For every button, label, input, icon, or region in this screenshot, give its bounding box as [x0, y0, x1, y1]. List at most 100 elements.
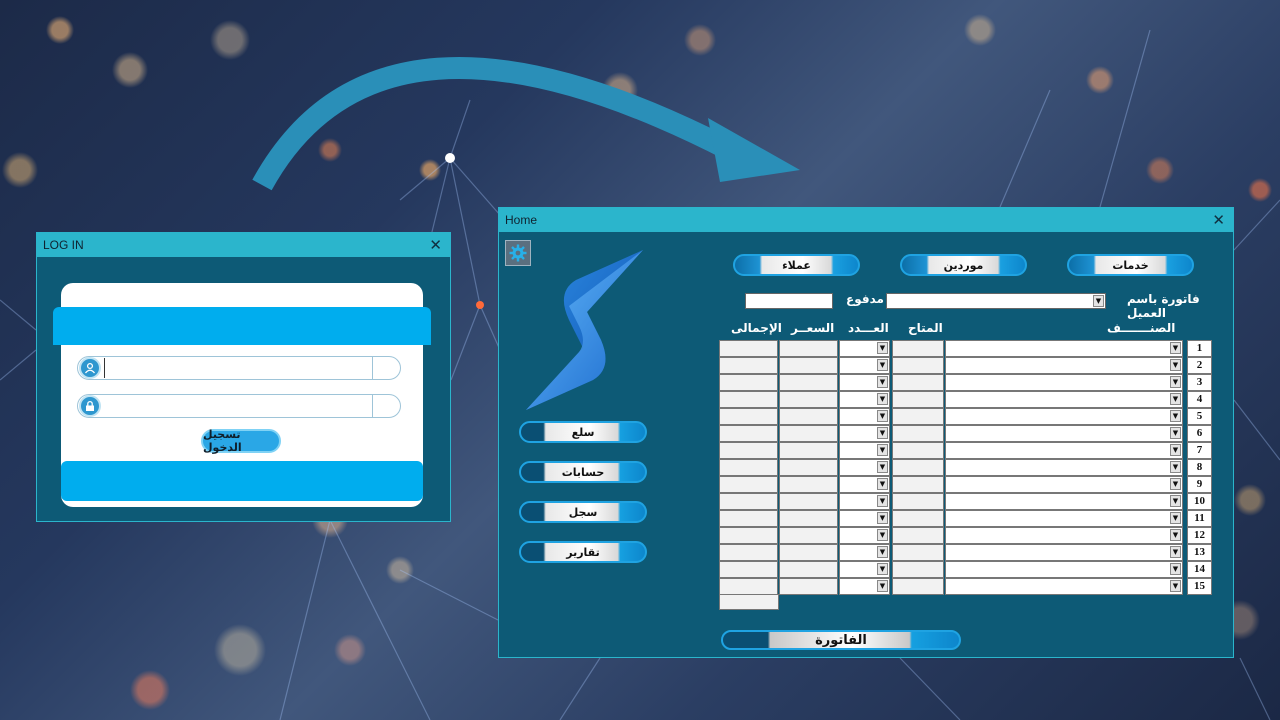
- item-select[interactable]: ▼: [945, 544, 1183, 561]
- price-cell[interactable]: [779, 493, 838, 510]
- column-header-available: المتاح: [908, 321, 943, 335]
- chevron-down-icon: ▼: [877, 529, 888, 541]
- price-cell[interactable]: [779, 510, 838, 527]
- reports-button[interactable]: تقارير: [519, 541, 647, 563]
- available-cell: [892, 510, 944, 527]
- price-cell[interactable]: [779, 357, 838, 374]
- quantity-select[interactable]: ▼: [839, 391, 890, 408]
- row-number: 3: [1187, 374, 1212, 391]
- quantity-select[interactable]: ▼: [839, 408, 890, 425]
- chevron-down-icon: ▼: [1170, 495, 1181, 507]
- chevron-down-icon: ▼: [877, 359, 888, 371]
- row-number: 15: [1187, 578, 1212, 595]
- quantity-select[interactable]: ▼: [839, 442, 890, 459]
- chevron-down-icon: ▼: [877, 342, 888, 354]
- row-number: 10: [1187, 493, 1212, 510]
- row-number-column: 1 2 3 4 5 6 7 8 9 10 11 12 13 14 15: [1187, 340, 1212, 595]
- item-select[interactable]: ▼: [945, 425, 1183, 442]
- password-field[interactable]: [77, 394, 401, 418]
- password-field-cap: [372, 395, 400, 417]
- password-input[interactable]: [101, 396, 372, 416]
- price-cell[interactable]: [779, 391, 838, 408]
- chevron-down-icon: ▼: [877, 495, 888, 507]
- price-cell[interactable]: [779, 425, 838, 442]
- total-cell: [719, 527, 778, 544]
- item-select[interactable]: ▼: [945, 340, 1183, 357]
- quantity-select[interactable]: ▼: [839, 578, 890, 595]
- item-select[interactable]: ▼: [945, 476, 1183, 493]
- row-number: 4: [1187, 391, 1212, 408]
- lock-icon: [79, 395, 101, 417]
- column-header-item: الصنـــــــف: [1107, 321, 1176, 335]
- goods-button[interactable]: سلع: [519, 421, 647, 443]
- item-select[interactable]: ▼: [945, 510, 1183, 527]
- chevron-down-icon: ▼: [1170, 563, 1181, 575]
- paid-input[interactable]: [745, 293, 833, 309]
- price-cell[interactable]: [779, 340, 838, 357]
- login-submit-button[interactable]: تسجيل الدخول: [201, 428, 281, 454]
- price-cell[interactable]: [779, 527, 838, 544]
- item-select[interactable]: ▼: [945, 561, 1183, 578]
- row-number: 7: [1187, 442, 1212, 459]
- home-title: Home: [505, 213, 538, 227]
- log-button[interactable]: سجل: [519, 501, 647, 523]
- chevron-down-icon: ▼: [877, 580, 888, 592]
- username-field[interactable]: [77, 356, 401, 380]
- item-select[interactable]: ▼: [945, 493, 1183, 510]
- quantity-select[interactable]: ▼: [839, 357, 890, 374]
- quantity-select[interactable]: ▼: [839, 544, 890, 561]
- price-cell[interactable]: [779, 561, 838, 578]
- price-cell[interactable]: [779, 442, 838, 459]
- quantity-select[interactable]: ▼: [839, 476, 890, 493]
- login-close-button[interactable]: ✕: [429, 238, 442, 253]
- item-select[interactable]: ▼: [945, 374, 1183, 391]
- chevron-down-icon: ▼: [1170, 546, 1181, 558]
- price-cell[interactable]: [779, 476, 838, 493]
- user-icon: [79, 357, 101, 379]
- quantity-select[interactable]: ▼: [839, 510, 890, 527]
- available-column: [892, 340, 944, 595]
- quantity-select[interactable]: ▼: [839, 425, 890, 442]
- item-select[interactable]: ▼: [945, 391, 1183, 408]
- price-cell[interactable]: [779, 459, 838, 476]
- services-button[interactable]: خدمات: [1067, 254, 1194, 276]
- price-cell[interactable]: [779, 578, 838, 595]
- chevron-down-icon: ▼: [877, 512, 888, 524]
- quantity-select[interactable]: ▼: [839, 374, 890, 391]
- quantity-select[interactable]: ▼: [839, 340, 890, 357]
- total-cell: [719, 561, 778, 578]
- row-number: 5: [1187, 408, 1212, 425]
- row-number: 9: [1187, 476, 1212, 493]
- total-cell: [719, 391, 778, 408]
- price-cell[interactable]: [779, 408, 838, 425]
- item-select[interactable]: ▼: [945, 442, 1183, 459]
- quantity-select[interactable]: ▼: [839, 493, 890, 510]
- quantity-select[interactable]: ▼: [839, 561, 890, 578]
- row-number: 12: [1187, 527, 1212, 544]
- customers-button[interactable]: عملاء: [733, 254, 860, 276]
- price-cell[interactable]: [779, 374, 838, 391]
- item-select[interactable]: ▼: [945, 408, 1183, 425]
- column-header-price: السعــر: [791, 321, 835, 335]
- username-input[interactable]: [104, 358, 372, 378]
- home-close-button[interactable]: ✕: [1212, 213, 1225, 228]
- row-number: 8: [1187, 459, 1212, 476]
- quantity-column: ▼ ▼ ▼ ▼ ▼ ▼ ▼ ▼ ▼ ▼ ▼ ▼ ▼ ▼ ▼: [839, 340, 890, 595]
- invoice-button[interactable]: الفاتورة: [721, 630, 961, 650]
- item-select[interactable]: ▼: [945, 459, 1183, 476]
- home-window: Home ✕ عملاء موردين خدمات سلع حسابات سجل…: [498, 207, 1234, 658]
- chevron-down-icon: ▼: [1170, 393, 1181, 405]
- accounts-button[interactable]: حسابات: [519, 461, 647, 483]
- item-select[interactable]: ▼: [945, 578, 1183, 595]
- quantity-select[interactable]: ▼: [839, 459, 890, 476]
- login-titlebar: LOG IN ✕: [37, 233, 450, 257]
- total-cell: [719, 459, 778, 476]
- item-select[interactable]: ▼: [945, 357, 1183, 374]
- chevron-down-icon: ▼: [1170, 427, 1181, 439]
- chevron-down-icon: ▼: [877, 393, 888, 405]
- customer-select[interactable]: ▼: [886, 293, 1106, 309]
- item-select[interactable]: ▼: [945, 527, 1183, 544]
- quantity-select[interactable]: ▼: [839, 527, 890, 544]
- suppliers-button[interactable]: موردين: [900, 254, 1027, 276]
- price-cell[interactable]: [779, 544, 838, 561]
